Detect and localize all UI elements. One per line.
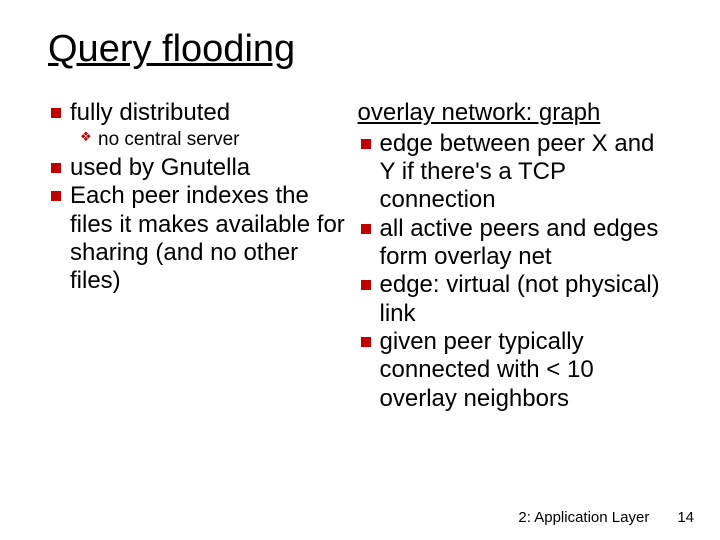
left-column: fully distributed no central server used… bbox=[48, 99, 348, 413]
right-column: overlay network: graph edge between peer… bbox=[358, 99, 670, 413]
slide-title: Query flooding bbox=[48, 28, 672, 71]
sub-list-item: no central server bbox=[80, 129, 348, 152]
left-list: fully distributed no central server used… bbox=[48, 99, 348, 296]
list-item-text: fully distributed bbox=[70, 99, 230, 126]
list-item-text: used by Gnutella bbox=[70, 154, 250, 181]
list-item: used by Gnutella bbox=[48, 154, 348, 182]
footer: 2: Application Layer 14 bbox=[518, 509, 694, 526]
list-item: Each peer indexes the files it makes ava… bbox=[48, 182, 348, 295]
right-heading: overlay network: graph bbox=[358, 99, 670, 128]
right-list: edge between peer X and Y if there's a T… bbox=[358, 130, 670, 413]
footer-section: 2: Application Layer bbox=[518, 509, 649, 526]
page-number: 14 bbox=[677, 509, 694, 526]
list-item: edge between peer X and Y if there's a T… bbox=[358, 130, 670, 215]
list-item: fully distributed no central server bbox=[48, 99, 348, 152]
list-item-text: Each peer indexes the files it makes ava… bbox=[70, 182, 345, 294]
list-item: edge: virtual (not physical) link bbox=[358, 271, 670, 328]
content-columns: fully distributed no central server used… bbox=[48, 99, 672, 413]
list-item: given peer typically connected with < 10… bbox=[358, 328, 670, 413]
list-item: all active peers and edges form overlay … bbox=[358, 215, 670, 272]
sub-list: no central server bbox=[70, 129, 348, 152]
